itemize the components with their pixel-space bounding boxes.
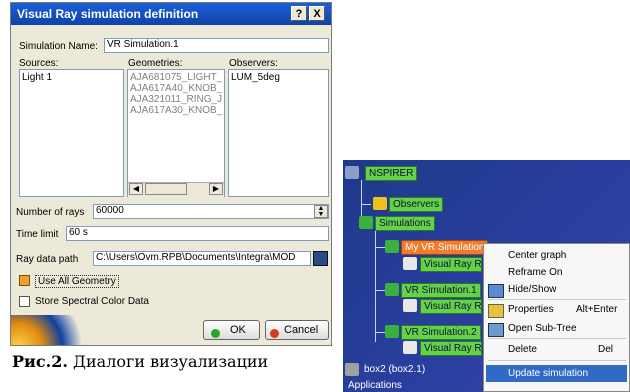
store-spectral-checkbox[interactable] <box>19 296 30 307</box>
menu-item-update-simulation[interactable]: Update simulation <box>486 365 627 382</box>
tree-connector <box>375 226 376 342</box>
tree-node-root[interactable]: NSPIRER <box>365 166 418 181</box>
browse-folder-icon[interactable] <box>313 251 328 266</box>
menu-separator <box>488 360 626 361</box>
visual-ray-simulation-dialog: Visual Ray simulation definition ? X Sim… <box>10 2 332 346</box>
update-simulation-label: Update simulation <box>508 368 589 379</box>
cancel-button[interactable]: Cancel <box>265 320 329 340</box>
use-all-geometry-checkbox[interactable] <box>19 275 30 286</box>
geometries-label: Geometries: <box>128 58 183 69</box>
context-menu: Center graph Reframe On Hide/Show Proper… <box>483 243 630 392</box>
product-icon <box>345 166 359 179</box>
simulation-icon <box>385 240 399 253</box>
tree-node-box2[interactable]: box2 (box2.1) <box>361 363 428 376</box>
list-item[interactable]: AJA617A30_KNOB_1 <box>130 105 222 116</box>
tree-node-visual-ray-1[interactable]: Visual Ray R <box>420 257 482 272</box>
tree-node-simulations[interactable]: Simulations <box>375 216 435 231</box>
menu-item-properties[interactable]: Properties <box>508 304 554 315</box>
close-button[interactable]: X <box>309 6 325 21</box>
ray-data-path-label: Ray data path <box>16 254 79 265</box>
observers-label: Observers: <box>229 58 278 69</box>
scroll-left-icon[interactable]: ◀ <box>129 183 143 195</box>
list-item[interactable]: LUM_5deg <box>231 72 326 83</box>
part-icon <box>345 363 359 376</box>
geometries-list[interactable]: AJA681075_LIGHT_P AJA617A40_KNOB_1 AJA32… <box>127 69 225 197</box>
list-item[interactable]: AJA321011_RING_J <box>130 94 222 105</box>
tree-connector <box>375 332 385 333</box>
visual-ray-icon <box>403 341 417 354</box>
dialog-title: Visual Ray simulation definition <box>11 3 331 25</box>
tree-connector <box>375 247 385 248</box>
spinner-icon[interactable]: ▲ ▼ <box>314 205 328 218</box>
tree-node-observers[interactable]: Observers <box>389 197 444 212</box>
number-of-rays-input[interactable]: 60000 <box>93 204 329 219</box>
list-item[interactable]: Light 1 <box>22 72 121 83</box>
ray-data-path-input[interactable]: C:\Users\Ovm.RPB\Documents\Integra\MOD <box>93 251 311 266</box>
menu-item-open-sub-tree[interactable]: Open Sub-Tree <box>508 323 577 334</box>
simulation-folder-icon <box>359 216 373 229</box>
menu-item-reframe-on[interactable]: Reframe On <box>508 267 562 278</box>
scroll-right-icon[interactable]: ▶ <box>209 183 223 195</box>
observers-list[interactable]: LUM_5deg <box>228 69 329 197</box>
menu-separator <box>488 299 626 300</box>
hide-show-icon <box>488 284 504 298</box>
cancel-label: Cancel <box>284 324 319 336</box>
simulation-name-input[interactable]: VR Simulation.1 <box>104 38 329 53</box>
observer-icon <box>373 197 387 210</box>
help-button[interactable]: ? <box>291 6 307 21</box>
caption-number: Рис.2. <box>12 352 68 371</box>
time-limit-input[interactable]: 60 s <box>66 226 329 241</box>
store-spectral-label: Store Spectral Color Data <box>35 296 149 307</box>
number-of-rays-label: Number of rays <box>16 207 85 218</box>
tree-node-vr-simulation-1[interactable]: VR Simulation.1 <box>401 283 481 298</box>
simulation-icon <box>385 325 399 338</box>
tree-connector <box>375 290 385 291</box>
properties-icon <box>488 304 504 318</box>
menu-item-center-graph[interactable]: Center graph <box>508 250 566 261</box>
delete-shortcut: Del <box>598 344 614 355</box>
figure-caption: Рис.2. Диалоги визуализации <box>12 352 268 371</box>
sources-label: Sources: <box>19 58 59 69</box>
use-all-geometry-label[interactable]: Use All Geometry <box>35 275 119 288</box>
list-item[interactable]: AJA617A40_KNOB_1 <box>130 83 222 94</box>
menu-item-hide-show[interactable]: Hide/Show <box>508 284 556 295</box>
cancel-icon <box>270 329 279 338</box>
open-sub-tree-icon <box>488 323 504 337</box>
tree-node-applications[interactable]: Applications <box>345 379 405 392</box>
ok-button[interactable]: OK <box>203 320 260 340</box>
tree-connector <box>361 204 371 205</box>
time-limit-label: Time limit <box>16 229 59 240</box>
visual-ray-icon <box>403 299 417 312</box>
sources-list[interactable]: Light 1 <box>19 69 124 197</box>
ok-icon <box>211 329 220 338</box>
caption-text: Диалоги визуализации <box>67 352 269 371</box>
tree-node-my-vr-simulation[interactable]: My VR Simulation <box>401 240 489 255</box>
menu-separator <box>488 338 626 339</box>
tree-node-visual-ray-2[interactable]: Visual Ray R <box>420 299 482 314</box>
app-logo <box>11 315 91 345</box>
menu-item-delete[interactable]: Delete <box>508 344 537 355</box>
tree-node-visual-ray-3[interactable]: Visual Ray R <box>420 341 482 356</box>
scroll-thumb[interactable] <box>145 183 187 195</box>
simulation-icon <box>385 283 399 296</box>
tree-node-vr-simulation-2[interactable]: VR Simulation.2 <box>401 325 481 340</box>
simulation-name-label: Simulation Name: <box>19 41 98 52</box>
ok-label: OK <box>230 324 246 336</box>
visual-ray-icon <box>403 257 417 270</box>
list-item[interactable]: AJA681075_LIGHT_P <box>130 72 222 83</box>
properties-shortcut: Alt+Enter <box>576 304 618 315</box>
